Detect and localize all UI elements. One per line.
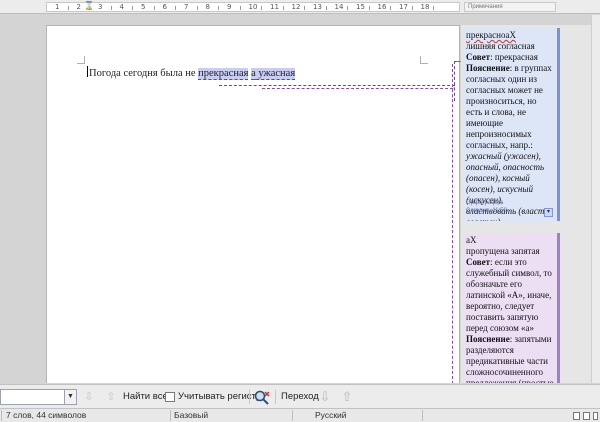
ruler-tick xyxy=(368,6,370,10)
find-all-button[interactable]: Найти все xyxy=(123,391,168,402)
comment-more-icon[interactable]: ▾ xyxy=(544,208,553,217)
ruler-number: 17 xyxy=(399,3,408,11)
ruler-tick xyxy=(325,6,327,10)
document-canvas[interactable]: Погода сегодня была не прекрасная а ужас… xyxy=(0,15,600,383)
comment-anchor-line-2 xyxy=(262,88,453,89)
ruler-number: 5 xyxy=(141,3,146,11)
find-previous-icon[interactable]: ⇩ xyxy=(82,390,96,404)
ruler-number: 3 xyxy=(98,3,103,11)
dropdown-arrow-icon[interactable]: ▼ xyxy=(64,389,77,405)
word-count[interactable]: 7 слов, 44 символов xyxy=(6,410,86,420)
ruler-number: 2 xyxy=(76,3,81,11)
horizontal-ruler[interactable]: 1 2 3 4 5 6 7 8 9 10 11 12 13 14 15 16 17 18 ⌛ Примечания xyxy=(0,0,600,14)
ruler-number: 11 xyxy=(270,3,279,11)
text-after: ужасная xyxy=(255,68,296,80)
single-page-view-icon[interactable] xyxy=(573,412,580,420)
ruler-tick xyxy=(110,6,112,10)
find-replace-icon[interactable] xyxy=(253,389,271,405)
comment-explanation: Пояснение: в группах согласных один из с… xyxy=(466,63,552,150)
ruler-number: 10 xyxy=(248,3,258,11)
ruler-tick xyxy=(390,6,392,10)
match-case-checkbox[interactable] xyxy=(165,392,175,402)
ruler-number: 13 xyxy=(313,3,322,11)
text-before: Погода сегодня была не xyxy=(89,68,199,79)
find-next-icon[interactable]: ⇧ xyxy=(104,390,118,404)
paragraph-text[interactable]: Погода сегодня была не прекрасная а ужас… xyxy=(87,66,296,80)
navigate-up-icon[interactable]: ⇧ xyxy=(340,390,354,404)
page-style[interactable]: Базовый xyxy=(174,410,208,420)
ruler-tick xyxy=(153,6,155,10)
book-view-icon[interactable] xyxy=(593,412,598,420)
status-separator xyxy=(1,410,2,421)
toolbar-separator xyxy=(275,390,276,404)
language[interactable]: Русский xyxy=(315,410,347,420)
ruler-tick xyxy=(433,6,435,10)
ruler-number: 16 xyxy=(377,3,387,11)
ruler-number: 18 xyxy=(420,3,430,11)
anchor-connector-down-2 xyxy=(452,64,453,383)
toolbar-separator xyxy=(249,390,250,404)
search-input[interactable] xyxy=(0,389,66,405)
ruler-number: 15 xyxy=(356,3,365,11)
ruler-number: 9 xyxy=(227,3,232,11)
ruler-tick xyxy=(347,6,349,10)
comment-spelling[interactable]: прекрасноаХ лишняя согласная Совет: прек… xyxy=(463,28,560,221)
ruler-tick xyxy=(239,6,241,10)
find-toolbar: ▼ ⇩ ⇧ Найти все Учитывать регистр Перехо… xyxy=(0,384,600,408)
comment-title: аХ xyxy=(466,235,477,245)
ruler-number: 6 xyxy=(162,3,167,11)
ruler-number: 1 xyxy=(55,3,60,11)
comment-author: Орфография xyxy=(466,200,503,206)
comments-ruler-label[interactable]: Примечания xyxy=(464,2,556,12)
ruler-number: 14 xyxy=(334,3,344,11)
ruler-tick xyxy=(218,6,220,10)
comment-advice: Совет: прекрасная xyxy=(466,52,538,62)
text-boundary-top-right xyxy=(420,56,428,64)
status-separator xyxy=(292,410,293,421)
text-boundary-top-left xyxy=(77,56,85,64)
indent-marker-icon[interactable]: ⌛ xyxy=(84,1,94,10)
text-cursor xyxy=(87,66,88,77)
comment-title: прекрасноаХ xyxy=(466,30,516,40)
ruler-number: 12 xyxy=(291,3,301,11)
multi-page-view-icon[interactable] xyxy=(583,412,590,420)
commented-word-prekrasnaya[interactable]: прекрасная xyxy=(198,68,249,80)
ruler-tick xyxy=(67,6,69,10)
ruler-tick xyxy=(282,6,284,10)
comments-sidebar: прекрасноаХ лишняя согласная Совет: прек… xyxy=(461,25,600,383)
ruler-tick xyxy=(175,6,177,10)
vertical-scrollbar[interactable] xyxy=(591,15,600,383)
comment-subtitle: пропущена запятая xyxy=(466,246,540,256)
ruler-tick xyxy=(196,6,198,10)
navigation-label: Переход xyxy=(281,391,319,402)
anchor-connector-down-1 xyxy=(454,61,455,101)
navigate-down-icon[interactable]: ⇩ xyxy=(318,390,332,404)
ruler-tick xyxy=(261,6,263,10)
status-separator xyxy=(170,410,171,421)
status-bar: 7 слов, 44 символов Базовый Русский xyxy=(0,408,600,422)
ruler-tick xyxy=(411,6,413,10)
ruler-number: 4 xyxy=(119,3,124,11)
comment-subtitle: лишняя согласная xyxy=(466,41,535,51)
ruler-tick xyxy=(304,6,306,10)
comment-anchor-line-1 xyxy=(219,85,455,86)
comment-advice: Совет: если это служебный символ, то обо… xyxy=(466,257,552,333)
ruler-number: 7 xyxy=(184,3,189,11)
comment-time: Сегодня, 11:50 xyxy=(466,208,507,214)
comment-explanation: Пояснение: запятыми разделяются предикат… xyxy=(466,334,554,383)
document-page[interactable]: Погода сегодня была не прекрасная а ужас… xyxy=(46,25,460,383)
status-separator xyxy=(422,410,423,421)
ruler-number: 8 xyxy=(205,3,210,11)
comment-punctuation[interactable]: аХ пропущена запятая Совет: если это слу… xyxy=(463,233,560,383)
ruler-tick xyxy=(132,6,134,10)
ruler-track: 1 2 3 4 5 6 7 8 9 10 11 12 13 14 15 16 17 18 xyxy=(46,2,460,12)
